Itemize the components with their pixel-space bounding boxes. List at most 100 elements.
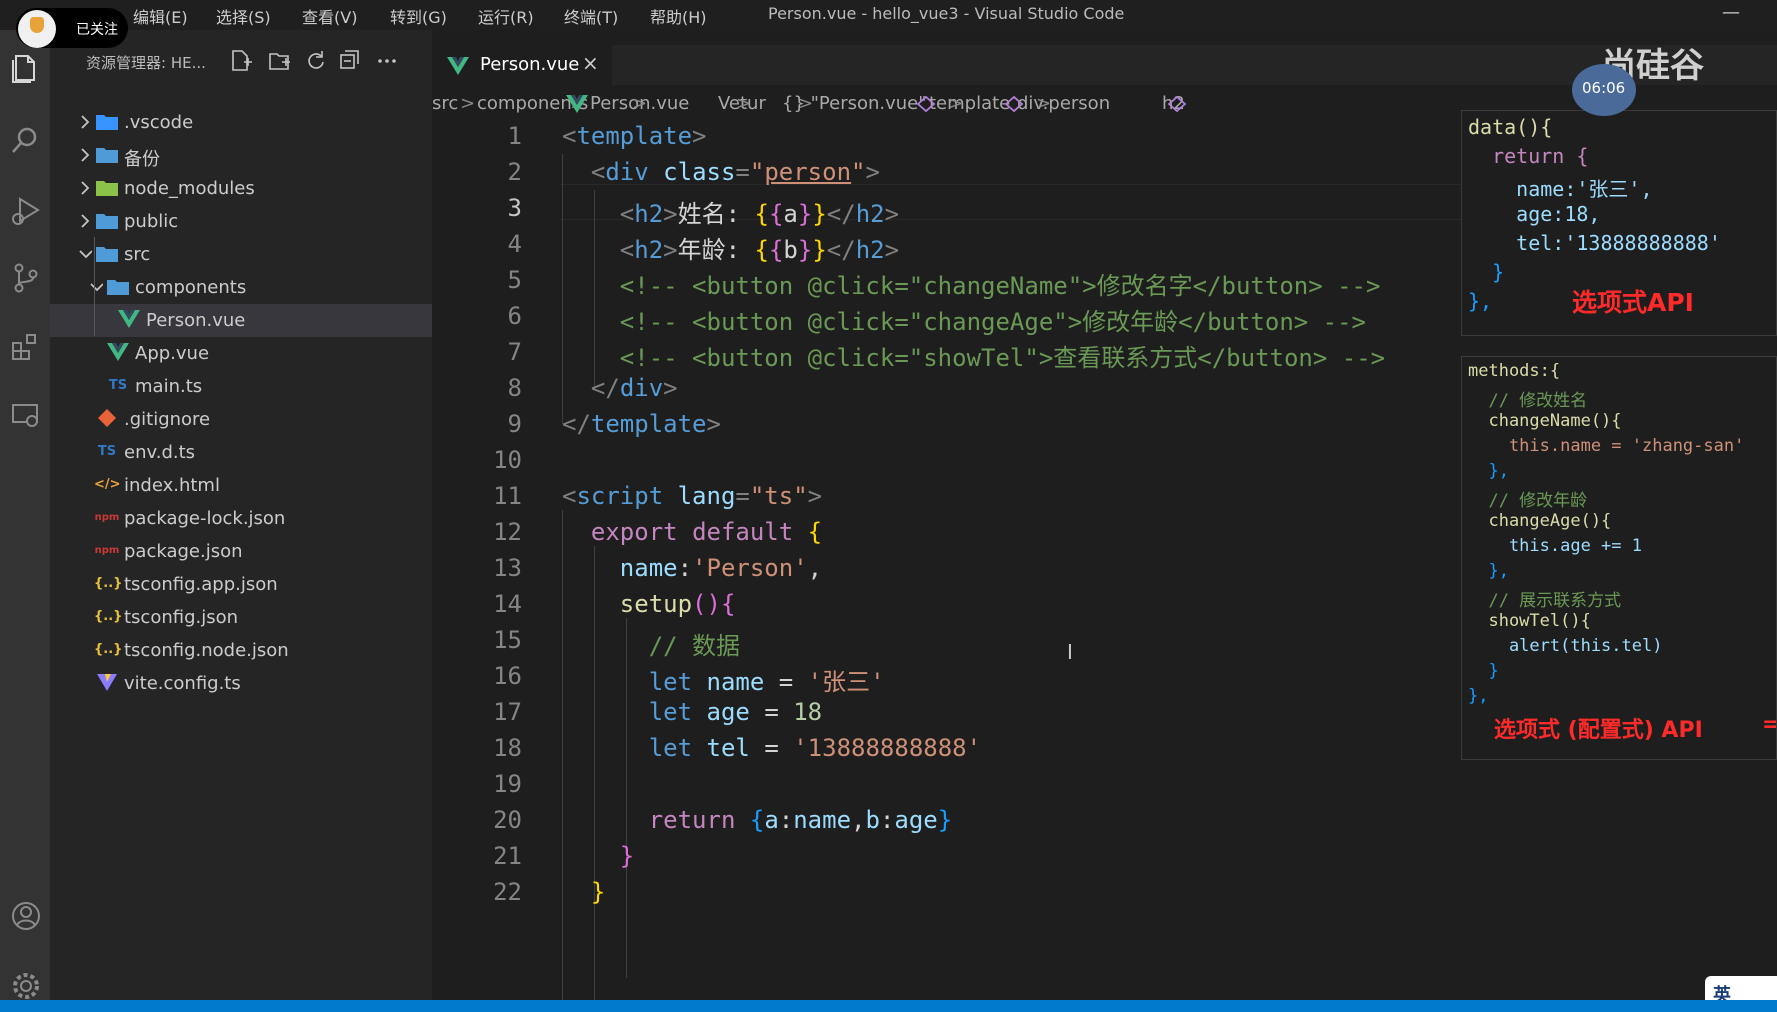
source-control-button[interactable] [0,252,50,302]
vue-icon [447,57,469,75]
chevron-right-icon[interactable] [78,179,92,197]
tree-item[interactable]: npm package-lock.json [50,502,432,535]
menu-item[interactable]: 转到(G) [390,4,447,28]
tree-item-label: Person.vue [146,310,246,331]
tree-item-label: tsconfig.json [124,607,239,628]
line-number: 7 [507,338,522,366]
folder-open-icon [94,243,120,265]
line-number: 19 [493,770,522,798]
tree-item-label: node_modules [124,178,255,199]
menu-item[interactable]: 选择(S) [216,4,271,28]
activity-bar [0,30,50,1000]
overlay-data-panel: data(){ return { name:'张三', age:18, tel:… [1461,110,1777,336]
overlay-code-line: age:18, [1468,202,1601,226]
menu-item[interactable]: 查看(V) [302,4,357,28]
tree-item-label: package.json [124,541,243,562]
search-button[interactable] [0,115,50,165]
symbol-tag-icon [1004,95,1024,113]
tree-item[interactable]: TS main.ts [50,370,432,403]
run-debug-button[interactable] [0,185,50,235]
tree-item-label: src [124,244,151,265]
menu-item[interactable]: 终端(T) [564,4,618,28]
status-bar [0,1000,1777,1012]
tree-item-label: env.d.ts [124,442,196,463]
chevron-right-icon[interactable] [78,146,92,164]
overlay-code-line: alert(this.tel) [1468,636,1663,656]
tree-item[interactable]: {..} tsconfig.json [50,601,432,634]
tree-item[interactable]: node_modules [50,172,432,205]
tree-item-label: 备份 [124,149,160,170]
refresh-icon [308,51,324,69]
chevron-down-icon[interactable] [78,245,92,263]
tree-item[interactable]: App.vue [50,337,432,370]
remote-explorer-button[interactable] [0,390,50,440]
breadcrumb-separator: > [948,93,964,114]
line-number: 15 [493,626,522,654]
breadcrumb-separator: > [460,93,476,114]
chevron-down-icon[interactable] [89,278,103,296]
close-icon[interactable]: × [582,51,599,75]
vite-icon [94,672,120,694]
explorer-button[interactable] [0,42,50,92]
code-line-21: } [619,842,635,870]
code-line-14: setup(){ [619,590,736,618]
overlay-code-line: } [1468,661,1499,681]
chevron-right-icon[interactable] [78,212,92,230]
tree-item[interactable]: 备份 [50,139,432,172]
folder-open-icon [105,276,131,298]
tree-item-label: package-lock.json [124,508,286,529]
vue-icon [116,309,142,331]
overlay-code-line: }, [1468,289,1493,313]
tree-item[interactable]: {..} tsconfig.node.json [50,634,432,667]
tree-item[interactable]: TS env.d.ts [50,436,432,469]
chevron-right-icon[interactable] [78,113,92,131]
tree-item[interactable]: public [50,205,432,238]
tree-item[interactable]: {..} tsconfig.app.json [50,568,432,601]
symbol-tag-icon [1167,95,1187,113]
menu-item[interactable]: 运行(R) [478,4,534,28]
tab-person-vue[interactable]: Person.vue × [432,45,612,85]
line-number: 3 [507,194,522,222]
tree-item-label: vite.config.ts [124,673,241,694]
tree-item[interactable]: npm package.json [50,535,432,568]
breadcrumb: src>components>Person.vue>Vetur>{} "Pers… [432,86,1432,122]
explorer-actions [232,50,396,71]
options-config-api-label: 选项式 (配置式) API [1494,718,1703,743]
line-number: 14 [493,590,522,618]
code-line-7: <!-- <button @click="showTel">查看联系方式</bu… [562,344,1386,372]
tree-item-label: components [135,277,247,298]
line-number: 10 [493,446,522,474]
run-debug-icon [12,197,40,225]
tree-item-label: tsconfig.node.json [124,640,289,661]
ts-icon: TS [108,378,128,393]
tree-item[interactable]: Person.vue [50,304,432,337]
tree-item[interactable]: </> index.html [50,469,432,502]
breadcrumb-item[interactable]: template [929,93,1010,114]
tree-item[interactable]: src [50,238,432,271]
breadcrumb-separator: > [798,93,814,114]
folder-icon [94,210,120,232]
extensions-button[interactable] [0,322,50,372]
menu-item[interactable]: 编辑(E) [133,4,188,28]
tree-item[interactable]: vite.config.ts [50,667,432,700]
follow-badge[interactable]: 已关注 [16,8,128,48]
code-line-16: let name = '张三' [648,668,885,696]
search-icon [12,127,37,153]
tree-item[interactable]: components [50,271,432,304]
code-line-12: export default { [590,518,823,546]
breadcrumb-item[interactable]: div.person [1017,93,1110,114]
line-number: 2 [507,158,522,186]
minimize-icon[interactable]: — [1722,2,1740,23]
tree-item-label: .gitignore [124,409,211,430]
tree-item[interactable]: .gitignore [50,403,432,436]
tree-item-label: index.html [124,475,220,496]
accounts-button[interactable] [0,890,50,940]
remote-explorer-icon [12,404,38,427]
overlay-code-line: data(){ [1468,115,1553,139]
line-number: 1 [507,122,522,150]
breadcrumb-item[interactable]: src [432,93,458,114]
menu-item[interactable]: 帮助(H) [650,4,707,28]
node-folder-icon [94,177,120,199]
tree-item[interactable]: .vscode [50,106,432,139]
overlay-code-line: changeName(){ [1468,411,1622,431]
